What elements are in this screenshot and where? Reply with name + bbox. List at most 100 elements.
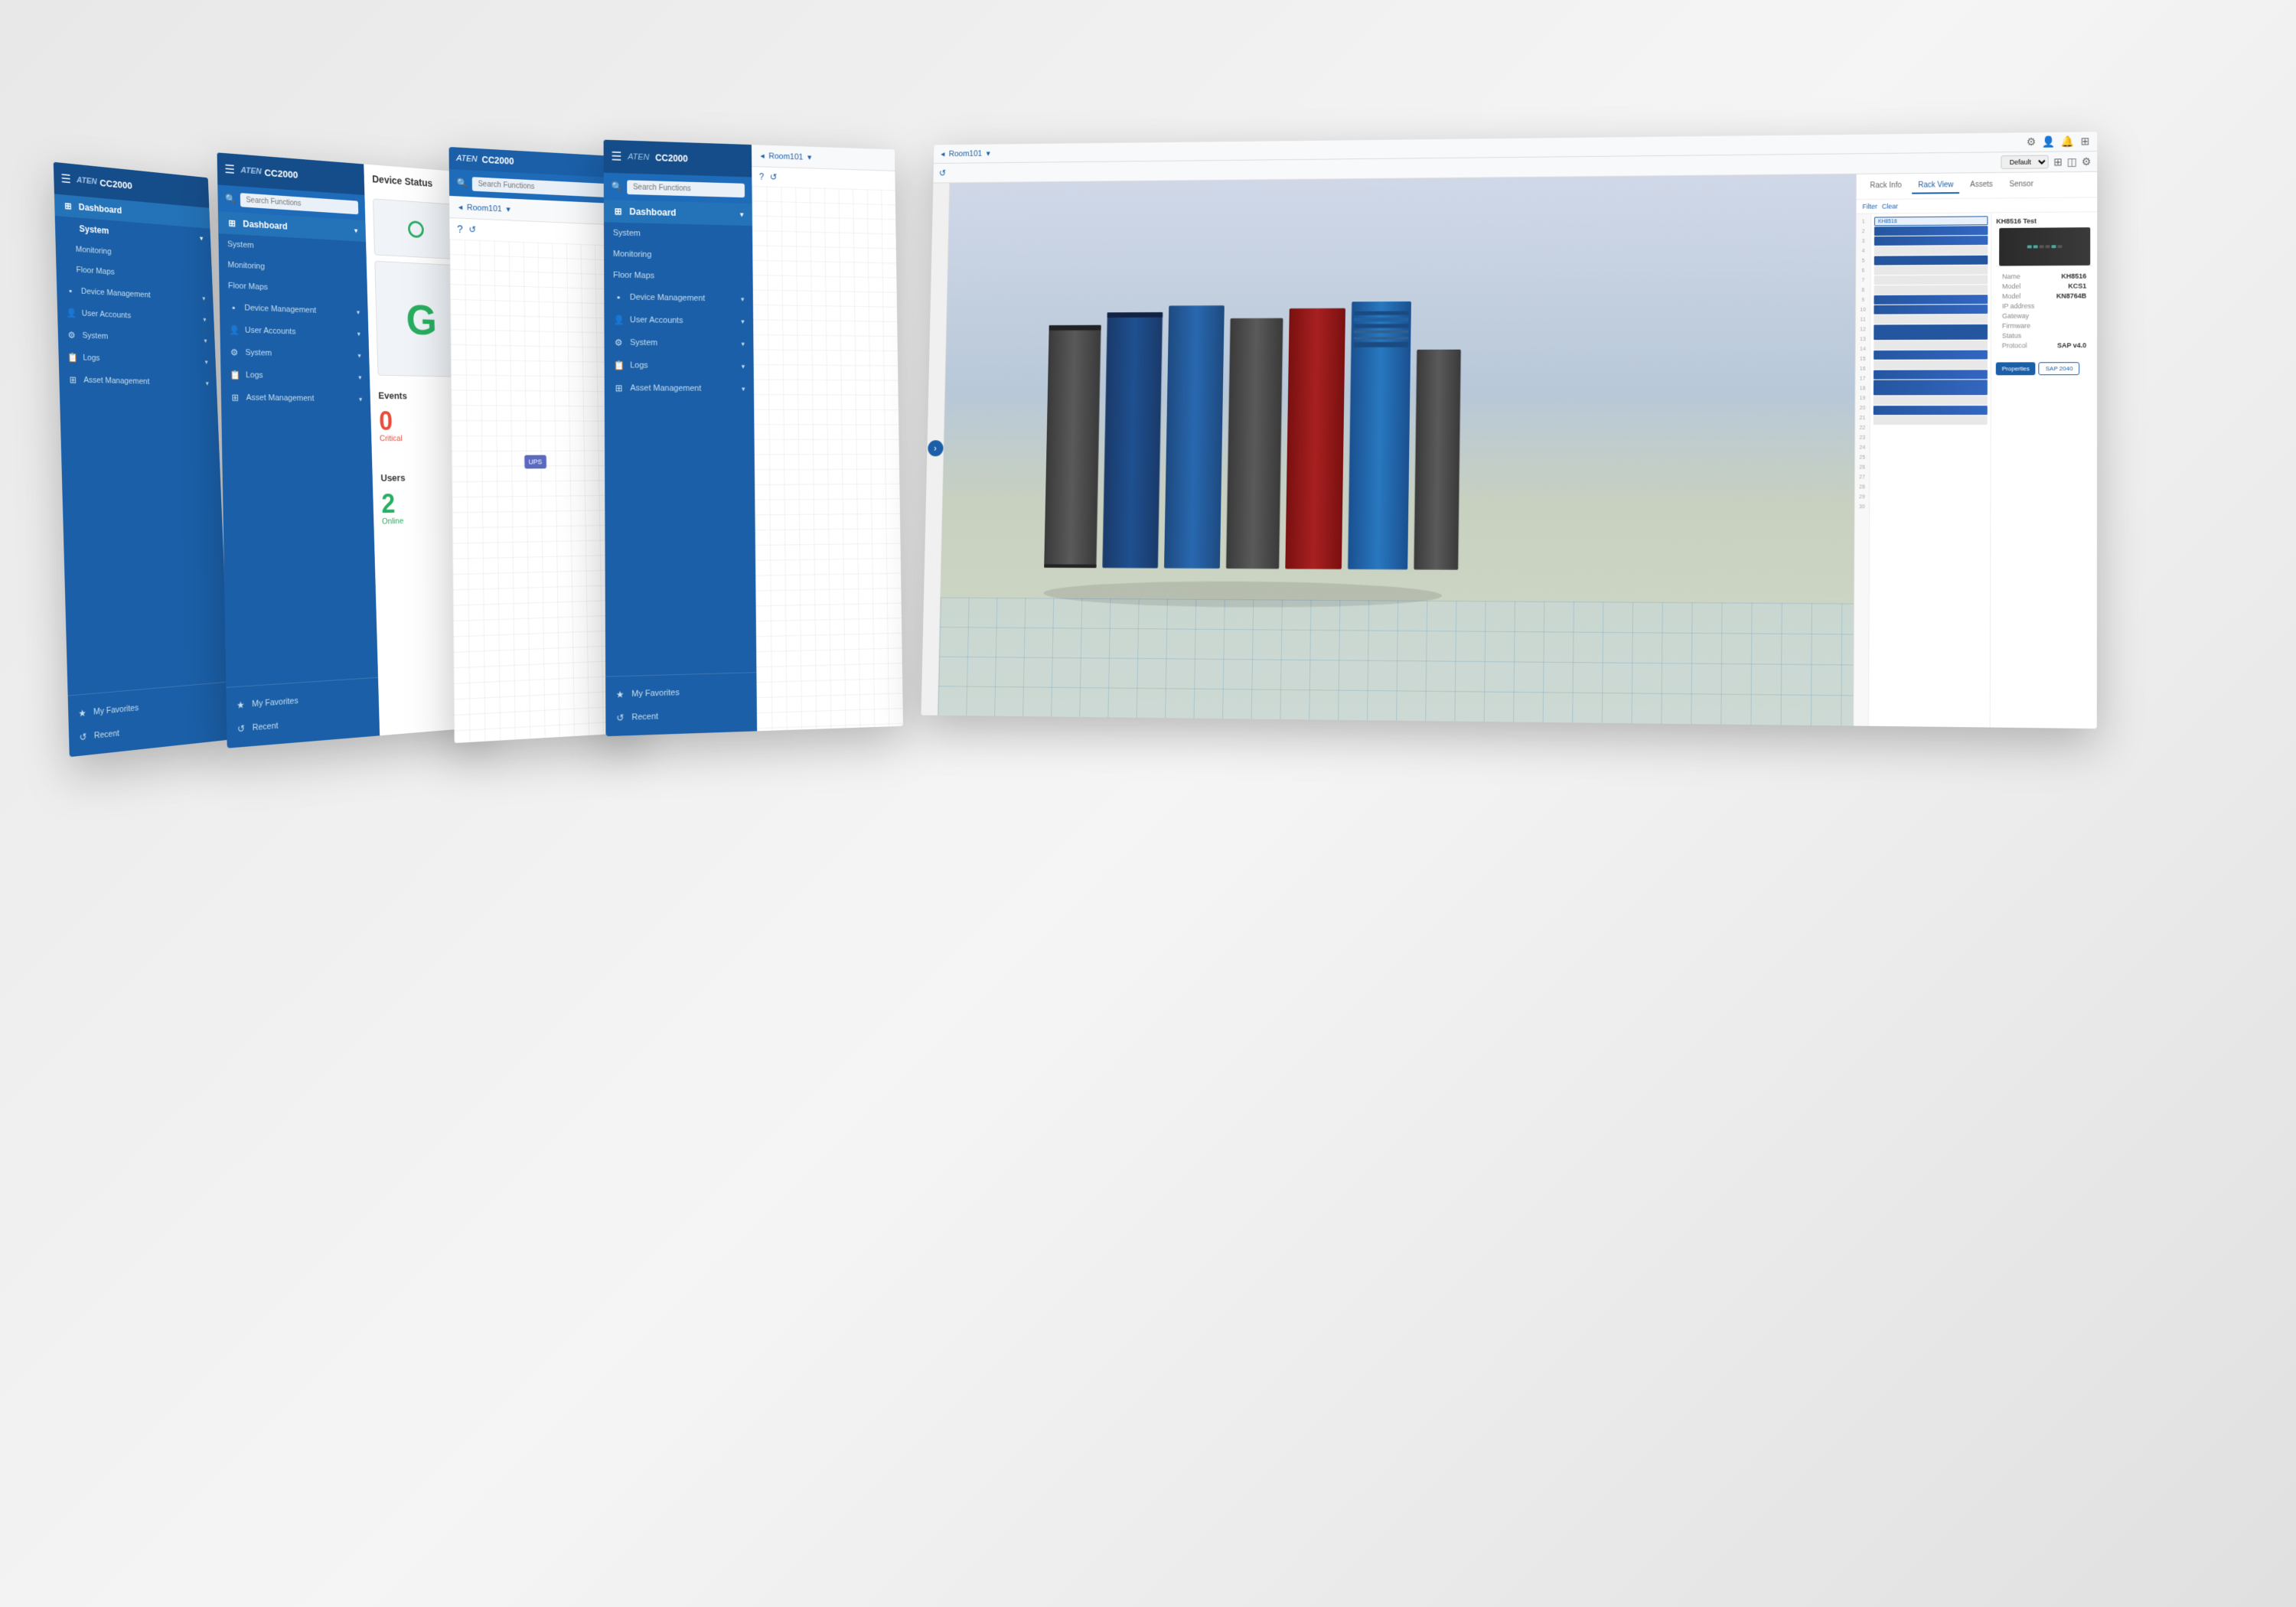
p2-nav-sys2[interactable]: ⚙ System ▾ xyxy=(220,341,370,367)
settings-icon[interactable]: ⚙ xyxy=(2027,135,2036,148)
recent-icon: ↺ xyxy=(78,731,89,743)
assets-icon: ⊞ xyxy=(68,374,78,385)
rack-view-area: 1234567891011121314151617181920212223242… xyxy=(1854,212,2097,729)
p4-content: ◂ Room101 ▾ ? ↺ xyxy=(752,145,903,731)
p5-main: › xyxy=(921,172,2098,729)
p2-dashboard-icon: ⊞ xyxy=(227,217,237,228)
help-icon-3[interactable]: ? xyxy=(457,223,463,235)
bc-text-3: Room101 xyxy=(467,203,502,214)
sidebar-label-logs: Logs xyxy=(83,354,99,363)
toolbar-select-5[interactable]: Default xyxy=(2001,155,2049,169)
p4-nav-assets[interactable]: ⊞ Asset Management ▾ xyxy=(605,376,754,400)
p4-label-sys2: System xyxy=(630,338,657,347)
rack-unit-11[interactable] xyxy=(1874,315,1988,324)
device-ports xyxy=(2027,245,2063,248)
info-val-model1: KCS1 xyxy=(2068,282,2086,290)
search-icon-2: 🔍 xyxy=(225,194,236,204)
rack-unit-1[interactable]: KH8516 xyxy=(1874,216,1988,226)
p2-label-monitoring: Monitoring xyxy=(227,260,265,271)
panel-4: ☰ ATEN CC2000 🔍 ⊞ Dashboard ▾ System xyxy=(604,140,903,737)
rack-unit-3[interactable] xyxy=(1874,236,1988,246)
tab-rack-info[interactable]: Rack Info xyxy=(1864,178,1907,194)
rack-unit-17[interactable] xyxy=(1874,380,1988,395)
rack-unit-2[interactable] xyxy=(1874,226,1988,236)
bell-icon[interactable]: 🔔 xyxy=(2061,135,2074,148)
tab-assets[interactable]: Assets xyxy=(1964,178,1998,194)
p4-nav-users[interactable]: 👤 User Accounts ▾ xyxy=(604,308,753,333)
rack-unit-14[interactable] xyxy=(1874,350,1988,360)
bc-dropdown-5[interactable]: ▾ xyxy=(987,148,990,158)
p4-nav-monitoring[interactable]: Monitoring xyxy=(604,243,752,267)
rack-unit-12[interactable] xyxy=(1874,324,1988,340)
rack-unit-18[interactable] xyxy=(1874,396,1988,405)
rack-unit-13[interactable] xyxy=(1874,341,1988,350)
p4-nav-logs[interactable]: 📋 Logs ▾ xyxy=(605,354,754,377)
sidebar-item-assets[interactable]: ⊞ Asset Management ▾ xyxy=(59,368,217,394)
p4-nav-devmgmt[interactable]: ▪ Device Management ▾ xyxy=(604,285,753,310)
help-icon-4[interactable]: ? xyxy=(759,171,764,182)
bc-arrow-5: ◂ xyxy=(941,149,944,158)
properties-btn[interactable]: Properties xyxy=(1996,362,2036,375)
rack-unit-19[interactable] xyxy=(1874,406,1988,415)
toolbar-icon-3[interactable]: ⚙ xyxy=(2082,155,2091,168)
rack-unit-7[interactable] xyxy=(1874,275,1988,285)
p2-arrow-logs: ▾ xyxy=(358,373,361,382)
p4-label-dashboard: Dashboard xyxy=(629,207,676,218)
p2-assets-icon: ⊞ xyxy=(230,393,240,403)
grid-icon[interactable]: ⊞ xyxy=(2081,135,2090,148)
p2-nav-assets[interactable]: ⊞ Asset Management ▾ xyxy=(221,386,371,411)
rack-unit-8[interactable] xyxy=(1874,285,1988,295)
grid-bg-4 xyxy=(752,186,903,731)
rack-unit-6[interactable] xyxy=(1874,266,1988,275)
rack-unit-4[interactable] xyxy=(1874,246,1988,256)
tab-sensor[interactable]: Sensor xyxy=(2004,177,2040,193)
toolbar-icon-2[interactable]: ◫ xyxy=(2067,155,2077,168)
bc-dropdown-3[interactable]: ▾ xyxy=(506,204,510,214)
rack-unit-15[interactable] xyxy=(1874,360,1988,370)
hamburger-icon-4[interactable]: ☰ xyxy=(611,149,621,165)
status-circle xyxy=(408,220,424,238)
refresh-icon-5[interactable]: ↺ xyxy=(939,168,946,178)
tab-rack-view[interactable]: Rack View xyxy=(1912,178,1959,194)
expand-btn[interactable]: › xyxy=(928,440,944,456)
search-input-2[interactable] xyxy=(240,193,359,214)
arrow-icon-6: ▾ xyxy=(206,380,209,387)
sidebar-label-monitoring: Monitoring xyxy=(76,245,112,256)
rack-unit-20[interactable] xyxy=(1874,416,1988,425)
p4-nav-system[interactable]: System xyxy=(604,222,752,246)
rack-unit-10[interactable] xyxy=(1874,305,1988,315)
arrow-icon-2: ▾ xyxy=(202,295,205,302)
sap-btn[interactable]: SAP 2040 xyxy=(2039,362,2080,375)
info-label-model1: Model xyxy=(2002,282,2020,290)
rack-unit-16[interactable] xyxy=(1874,370,1988,379)
search-input-4[interactable] xyxy=(627,180,745,197)
refresh-icon-4[interactable]: ↺ xyxy=(770,171,778,182)
sidebar-footer-4: ★ My Favorites ↺ Recent xyxy=(605,672,757,736)
rack-unit-9[interactable] xyxy=(1874,295,1988,305)
logo-2: ATEN CC2000 xyxy=(240,165,298,181)
p4-label-floormaps: Floor Maps xyxy=(613,271,654,281)
p4-nav-dashboard[interactable]: ⊞ Dashboard ▾ xyxy=(604,200,752,226)
p4-devmgmt-icon: ▪ xyxy=(613,292,624,302)
search-input-3[interactable] xyxy=(472,177,622,198)
hamburger-icon[interactable]: ☰ xyxy=(60,171,71,187)
p4-nav-sys2[interactable]: ⚙ System ▾ xyxy=(605,331,754,356)
refresh-icon-3[interactable]: ↺ xyxy=(468,224,476,235)
user-icon[interactable]: 👤 xyxy=(2042,135,2055,148)
p2-nav-logs[interactable]: 📋 Logs ▾ xyxy=(220,363,370,389)
filter-btn[interactable]: Filter xyxy=(1862,203,1877,210)
clear-btn[interactable]: Clear xyxy=(1882,203,1898,210)
p4-nav-recent[interactable]: ↺ Recent xyxy=(605,702,757,730)
hamburger-icon-2[interactable]: ☰ xyxy=(224,162,235,178)
p2-arrow-assets: ▾ xyxy=(359,395,362,403)
sidebar-header-4: ☰ ATEN CC2000 xyxy=(604,140,752,178)
sidebar-label-recent: Recent xyxy=(94,729,119,741)
toolbar-icon-1[interactable]: ⊞ xyxy=(2053,155,2063,168)
rack-tabs: Rack Info Rack View Assets Sensor xyxy=(1857,172,2098,200)
logo-brand: ATEN xyxy=(77,176,97,187)
arrow-icon-3: ▾ xyxy=(203,315,206,323)
p2-sys2-icon: ⚙ xyxy=(229,347,240,358)
bc-dropdown-4[interactable]: ▾ xyxy=(807,152,811,162)
p4-nav-floormaps[interactable]: Floor Maps xyxy=(604,265,753,288)
rack-unit-5[interactable] xyxy=(1874,256,1988,266)
